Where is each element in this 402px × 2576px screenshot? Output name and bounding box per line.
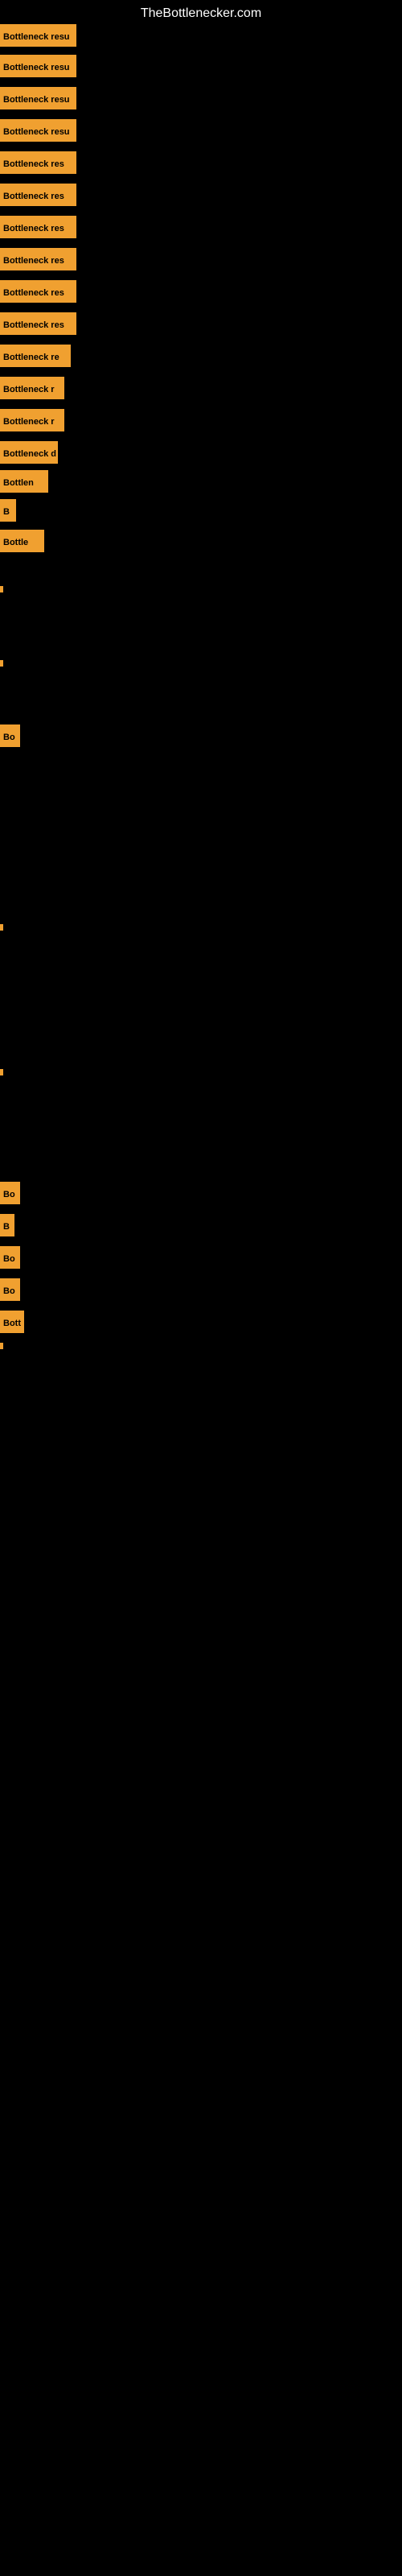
list-item <box>0 924 3 931</box>
list-item <box>0 586 3 592</box>
bar-label: Bo <box>0 1278 20 1301</box>
bar-label: Bottleneck res <box>0 248 76 270</box>
list-item: Bo <box>0 1278 20 1301</box>
bar-label: Bott <box>0 1311 24 1333</box>
list-item: Bottleneck resu <box>0 55 76 77</box>
bar-label: Bottleneck resu <box>0 119 76 142</box>
bar-label: Bottlen <box>0 470 48 493</box>
list-item: B <box>0 1214 14 1236</box>
list-item: Bottleneck d <box>0 441 58 464</box>
bar-label: Bottleneck re <box>0 345 71 367</box>
list-item: Bo <box>0 724 20 747</box>
list-item: Bottleneck res <box>0 312 76 335</box>
list-item: Bottleneck res <box>0 184 76 206</box>
bar-label: Bottleneck resu <box>0 24 76 47</box>
bar-label: Bottleneck res <box>0 151 76 174</box>
bar-segment <box>0 1069 3 1075</box>
bar-label: Bo <box>0 1182 20 1204</box>
list-item: Bottleneck res <box>0 151 76 174</box>
bar-label: Bo <box>0 1246 20 1269</box>
bar-label: Bottleneck res <box>0 216 76 238</box>
list-item: Bo <box>0 1182 20 1204</box>
site-title: TheBottlenecker.com <box>0 0 402 27</box>
list-item: Bottleneck resu <box>0 87 76 109</box>
list-item: Bottleneck res <box>0 248 76 270</box>
list-item: Bo <box>0 1246 20 1269</box>
bar-label: Bottleneck resu <box>0 87 76 109</box>
bar-segment <box>0 660 3 667</box>
bar-label: Bo <box>0 724 20 747</box>
list-item: Bottle <box>0 530 44 552</box>
list-item: Bott <box>0 1311 24 1333</box>
list-item <box>0 660 3 667</box>
list-item <box>0 1343 3 1349</box>
bar-segment <box>0 586 3 592</box>
list-item: Bottleneck res <box>0 280 76 303</box>
list-item: B <box>0 499 16 522</box>
bar-label: B <box>0 499 16 522</box>
list-item <box>0 1069 3 1075</box>
list-item: Bottleneck re <box>0 345 71 367</box>
bar-label: Bottleneck res <box>0 184 76 206</box>
bar-label: Bottle <box>0 530 44 552</box>
bar-label: Bottleneck res <box>0 280 76 303</box>
bar-segment <box>0 924 3 931</box>
list-item: Bottleneck resu <box>0 24 76 47</box>
bar-label: Bottleneck r <box>0 409 64 431</box>
list-item: Bottleneck resu <box>0 119 76 142</box>
bar-label: Bottleneck resu <box>0 55 76 77</box>
bar-segment <box>0 1343 3 1349</box>
bar-label: Bottleneck d <box>0 441 58 464</box>
list-item: Bottlen <box>0 470 48 493</box>
bar-label: Bottleneck r <box>0 377 64 399</box>
list-item: Bottleneck res <box>0 216 76 238</box>
list-item: Bottleneck r <box>0 377 64 399</box>
bar-label: B <box>0 1214 14 1236</box>
list-item: Bottleneck r <box>0 409 64 431</box>
bar-label: Bottleneck res <box>0 312 76 335</box>
